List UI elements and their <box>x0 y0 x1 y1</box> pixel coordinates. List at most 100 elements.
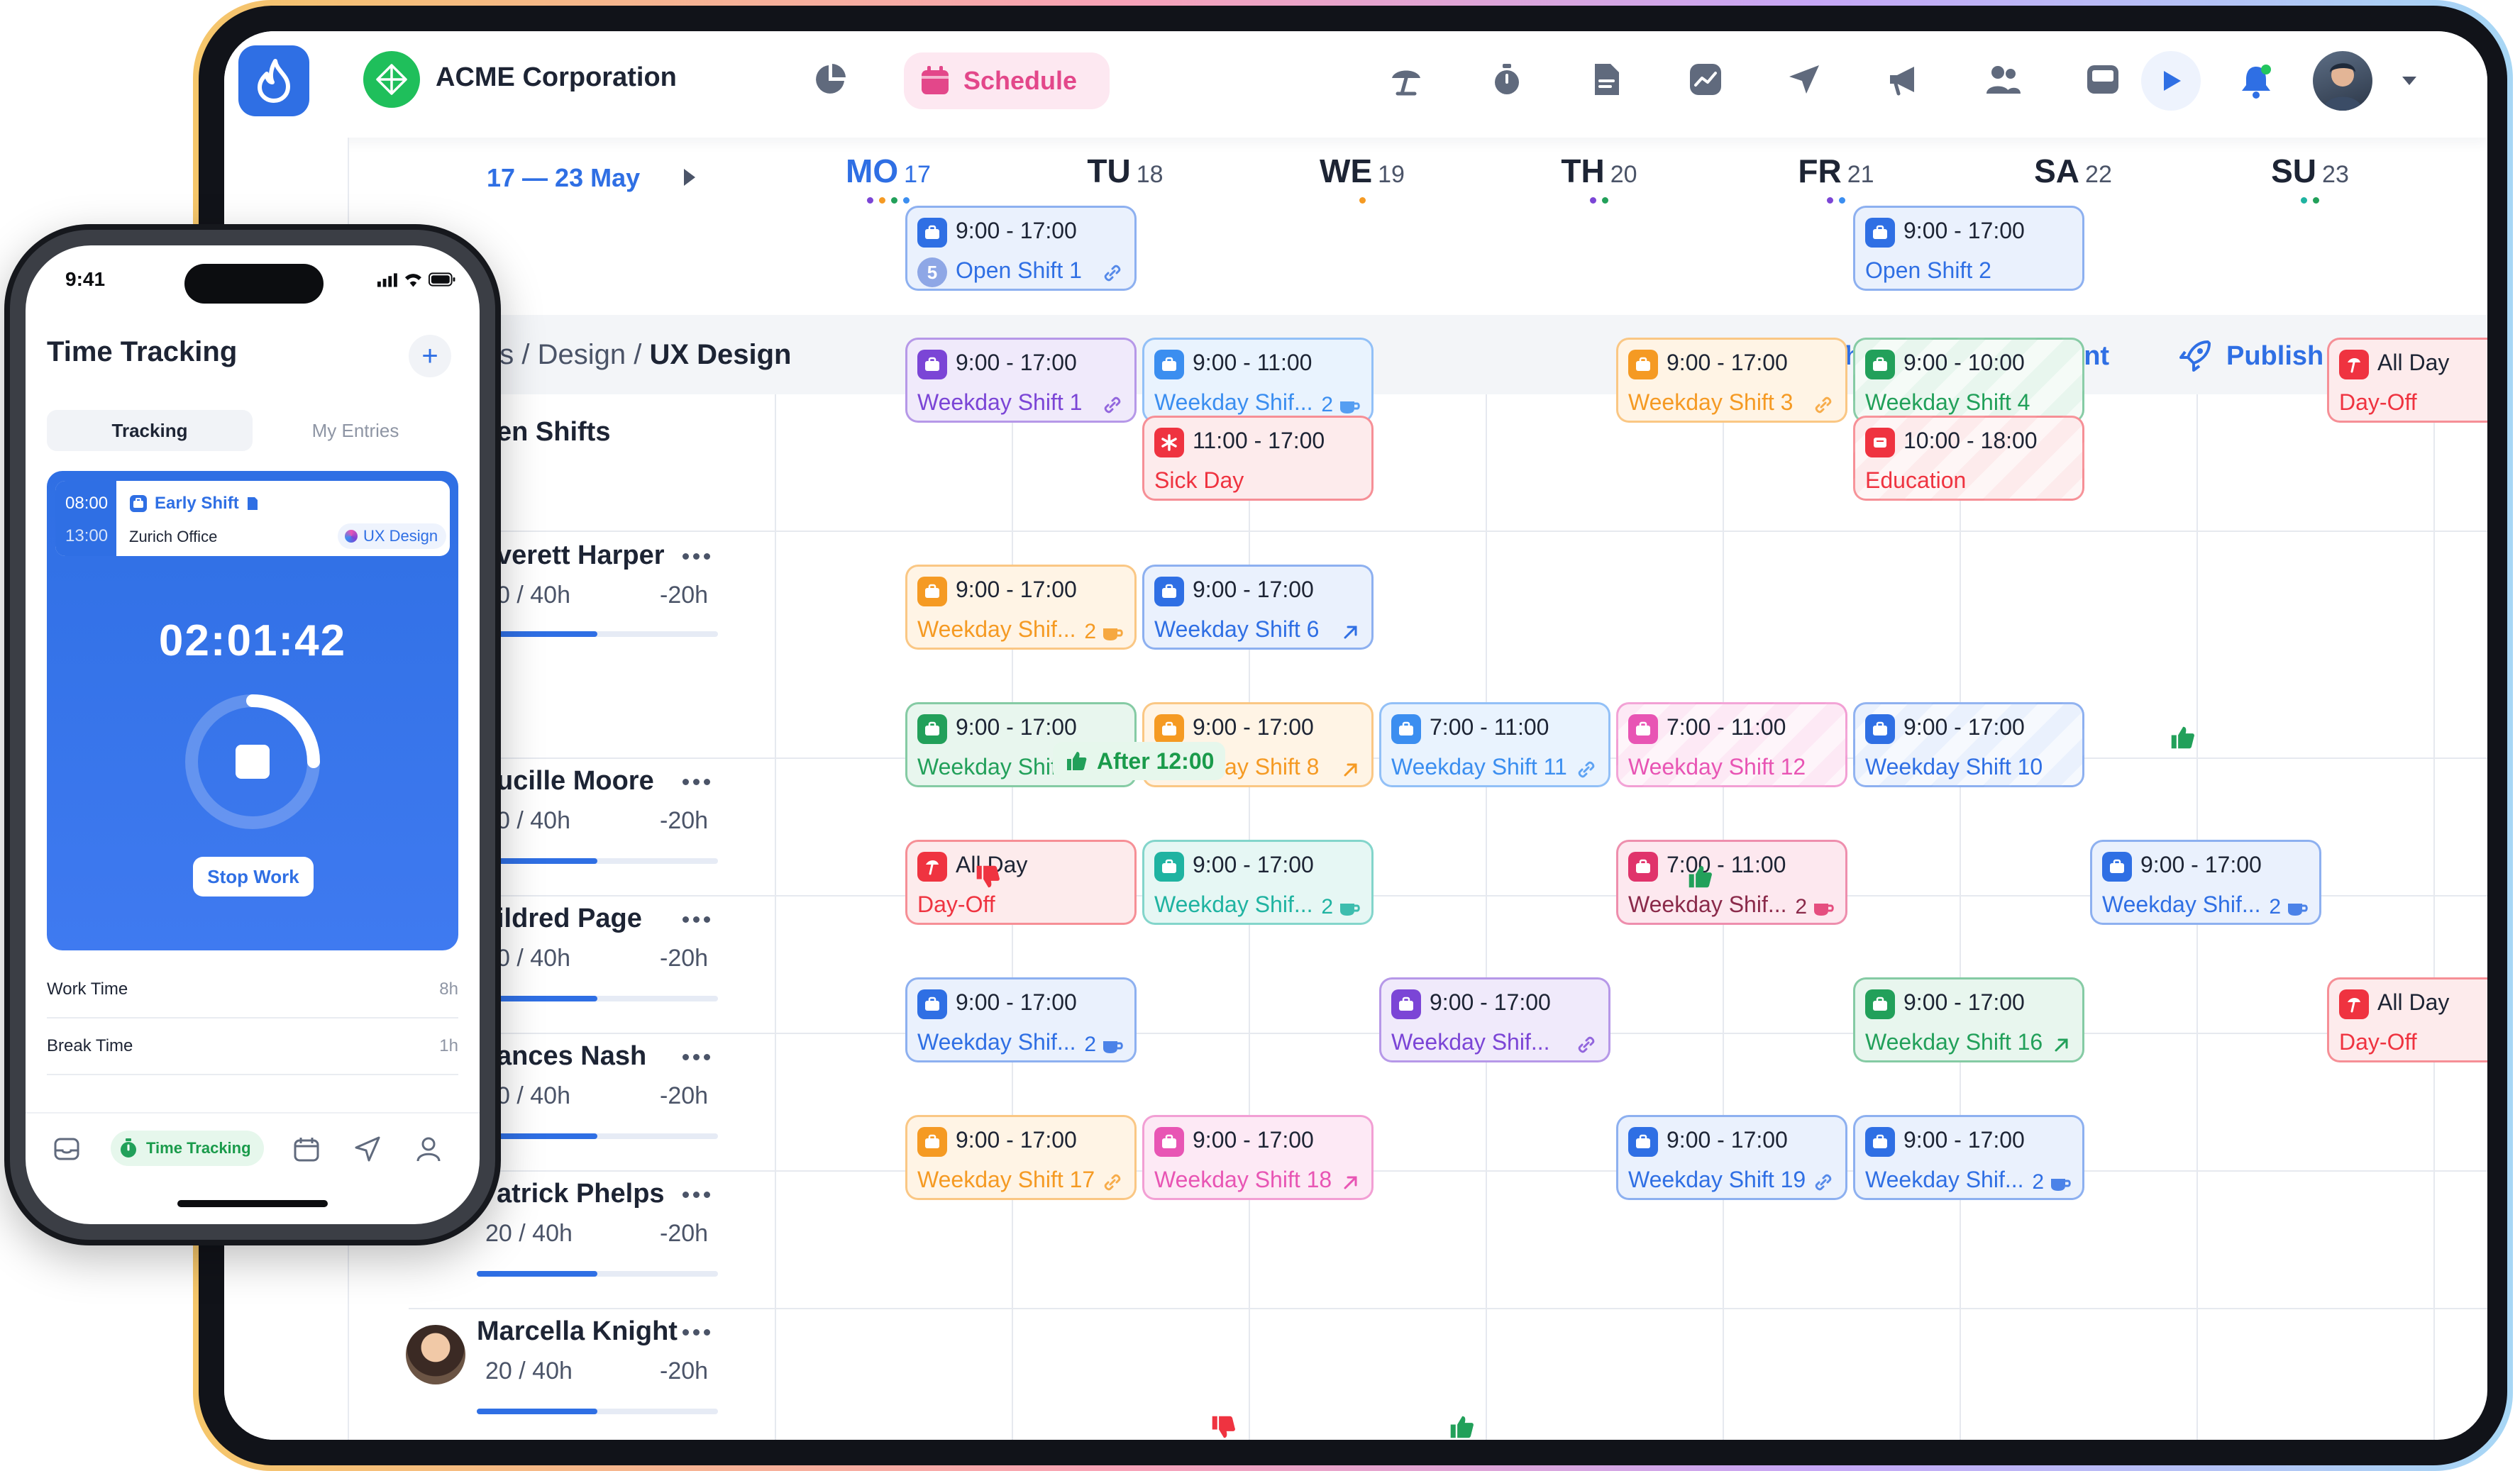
shift-card[interactable]: 9:00 - 17:00 Weekday Shift 19 <box>1616 1115 1847 1200</box>
tab-my-entries[interactable]: My Entries <box>253 410 458 451</box>
signal-icon <box>377 273 397 287</box>
employee-name[interactable]: ances Nash <box>497 1041 646 1072</box>
app-logo[interactable] <box>238 45 309 116</box>
shift-card[interactable]: 9:00 - 17:00 Weekday Shif... 2 <box>905 977 1137 1062</box>
time-tracking-icon[interactable] <box>1484 57 1530 102</box>
employee-more-icon[interactable] <box>682 1187 718 1201</box>
shift-card[interactable]: 9:00 - 17:00 Weekday Shif... <box>1379 977 1610 1062</box>
employee-avatar[interactable] <box>406 1325 465 1384</box>
shift-label: Weekday Shif... <box>1154 892 1313 917</box>
employee-hours-bar <box>477 1409 718 1414</box>
employee-hours-diff: -20h <box>660 1358 709 1384</box>
tab-tracking[interactable]: Tracking <box>47 410 253 451</box>
shift-card[interactable]: 9:00 - 17:00 Weekday Shift 17 <box>905 1115 1137 1200</box>
document-icon[interactable] <box>1584 57 1629 102</box>
shift-card[interactable]: 9:00 - 17:00 Weekday Shif... 2 <box>1853 1115 2084 1200</box>
shift-label: Open Shift 1 <box>956 257 1082 283</box>
employee-name[interactable]: atrick Phelps <box>497 1179 665 1209</box>
profile-icon[interactable] <box>414 1135 443 1163</box>
day-header-sa[interactable]: SA 22 <box>1967 152 2179 204</box>
day-header-mo[interactable]: MO 17 <box>782 152 995 204</box>
employee-name[interactable]: verett Harper <box>497 540 665 571</box>
employees-icon[interactable] <box>1981 57 2026 102</box>
shift-card[interactable]: 9:00 - 17:00 Weekday Shif... 2 <box>905 565 1137 650</box>
employee-hours-bar <box>477 996 718 1001</box>
absence-icon[interactable] <box>1383 57 1429 102</box>
shift-meta <box>1100 391 1124 419</box>
employee-more-icon[interactable] <box>682 1325 718 1339</box>
reports-icon[interactable] <box>1683 57 1728 102</box>
inbox-icon[interactable] <box>2080 57 2126 102</box>
shift-card[interactable]: 9:00 - 17:00 Weekday Shift 1 <box>905 338 1137 423</box>
inbox-icon[interactable] <box>52 1135 81 1163</box>
shift-card[interactable]: 9:00 - 17:00 Open Shift 2 <box>1853 206 2084 291</box>
work-time-value: 8h <box>439 979 458 999</box>
shift-card[interactable]: 9:00 - 17:00 Weekday Shift 18 <box>1142 1115 1374 1200</box>
calendar-icon[interactable] <box>292 1135 321 1163</box>
employee-more-icon[interactable] <box>682 912 718 926</box>
employee-more-icon[interactable] <box>682 775 718 789</box>
org-icon[interactable] <box>363 51 420 108</box>
shift-card[interactable]: 9:00 - 17:00 Weekday Shift 10 <box>1853 702 2084 787</box>
thumbs-up-icon <box>1067 752 1087 770</box>
nav-schedule[interactable]: Schedule <box>904 52 1110 109</box>
employee-name[interactable]: ucille Moore <box>497 766 654 796</box>
bell-icon <box>2242 65 2271 99</box>
shift-card[interactable]: 7:00 - 11:00 Weekday Shif... 2 <box>1616 840 1847 925</box>
link-icon <box>1811 393 1835 417</box>
shift-card[interactable]: 9:00 - 17:00 Weekday Shif... 2 <box>1142 840 1374 925</box>
employee-more-icon[interactable] <box>682 1050 718 1064</box>
shift-card[interactable]: All Day Day-Off <box>905 840 1137 925</box>
employee-more-icon[interactable] <box>682 549 718 563</box>
phone-page-title: Time Tracking <box>47 336 238 367</box>
messages-icon[interactable] <box>1782 57 1828 102</box>
day-date: 19 <box>1378 161 1405 188</box>
shift-card[interactable]: 7:00 - 11:00 Weekday Shift 12 <box>1616 702 1847 787</box>
publish-button[interactable]: Publish <box>2177 335 2323 377</box>
shift-card[interactable]: 9:00 - 17:00 Weekday Shif... 2 <box>2090 840 2321 925</box>
timer-ring-stop-icon[interactable] <box>179 688 326 836</box>
shift-time: 9:00 - 17:00 <box>1667 350 1788 375</box>
day-header-fr[interactable]: FR 21 <box>1730 152 1942 204</box>
account-menu-chevron-down-icon[interactable] <box>2395 67 2424 95</box>
send-icon[interactable] <box>353 1135 382 1163</box>
next-week-chevron-right-icon[interactable] <box>678 165 700 190</box>
add-entry-button[interactable]: + <box>409 335 451 377</box>
shift-time: 9:00 - 17:00 <box>1903 989 2025 1015</box>
shift-card[interactable]: 11:00 - 17:00 Sick Day <box>1142 416 1374 501</box>
shift-card[interactable]: 10:00 - 18:00 Education <box>1853 416 2084 501</box>
day-header-we[interactable]: WE 19 <box>1256 152 1469 204</box>
shift-card[interactable]: 9:00 - 11:00 Weekday Shif... 2 <box>1142 338 1374 423</box>
breadcrumb[interactable]: as / Design / UX Design <box>484 339 791 371</box>
stop-work-button[interactable]: Stop Work <box>193 857 314 897</box>
org-name[interactable]: ACME Corporation <box>436 62 677 93</box>
day-header-tu[interactable]: TU 18 <box>1019 152 1232 204</box>
employee-name[interactable]: ildred Page <box>497 904 642 934</box>
nav-time-tracking[interactable]: Time Tracking <box>111 1131 264 1166</box>
shift-card[interactable]: 9:00 - 10:00 Weekday Shift 4 <box>1853 338 2084 423</box>
shift-card[interactable]: All Day Day-Off <box>2327 338 2487 423</box>
briefcase-icon <box>917 577 947 606</box>
shift-card[interactable]: 7:00 - 11:00 Weekday Shift 11 <box>1379 702 1610 787</box>
employee-name[interactable]: Marcella Knight <box>477 1316 678 1347</box>
employee-hours-bar <box>477 1271 718 1277</box>
shift-card[interactable]: 9:00 - 17:00 Weekday Shift 6 <box>1142 565 1374 650</box>
current-shift-card[interactable]: 08:00 13:00 Early Shift Zurich Office UX… <box>55 481 450 556</box>
announcements-icon[interactable] <box>1881 57 1927 102</box>
briefcase-icon <box>130 495 147 512</box>
day-name: MO <box>846 152 899 189</box>
day-header-th[interactable]: TH 20 <box>1493 152 1706 204</box>
shift-card[interactable]: 9:00 - 17:00 Weekday Shift 16 <box>1853 977 2084 1062</box>
briefcase-icon <box>1628 1127 1658 1157</box>
shift-card[interactable]: 9:00 - 17:00 5 Open Shift 1 <box>905 206 1137 291</box>
link-icon <box>1574 1033 1598 1057</box>
shift-card[interactable]: All Day Day-Off <box>2327 977 2487 1062</box>
briefcase-icon <box>1154 350 1184 379</box>
dashboard-icon[interactable] <box>807 57 853 102</box>
day-header-su[interactable]: SU 23 <box>2204 152 2416 204</box>
notifications-button[interactable] <box>2226 51 2286 111</box>
play-button[interactable] <box>2141 51 2201 111</box>
user-avatar[interactable] <box>2313 51 2372 111</box>
shift-card[interactable]: 9:00 - 17:00 Weekday Shift 3 <box>1616 338 1847 423</box>
date-range[interactable]: 17 — 23 May <box>487 163 640 193</box>
